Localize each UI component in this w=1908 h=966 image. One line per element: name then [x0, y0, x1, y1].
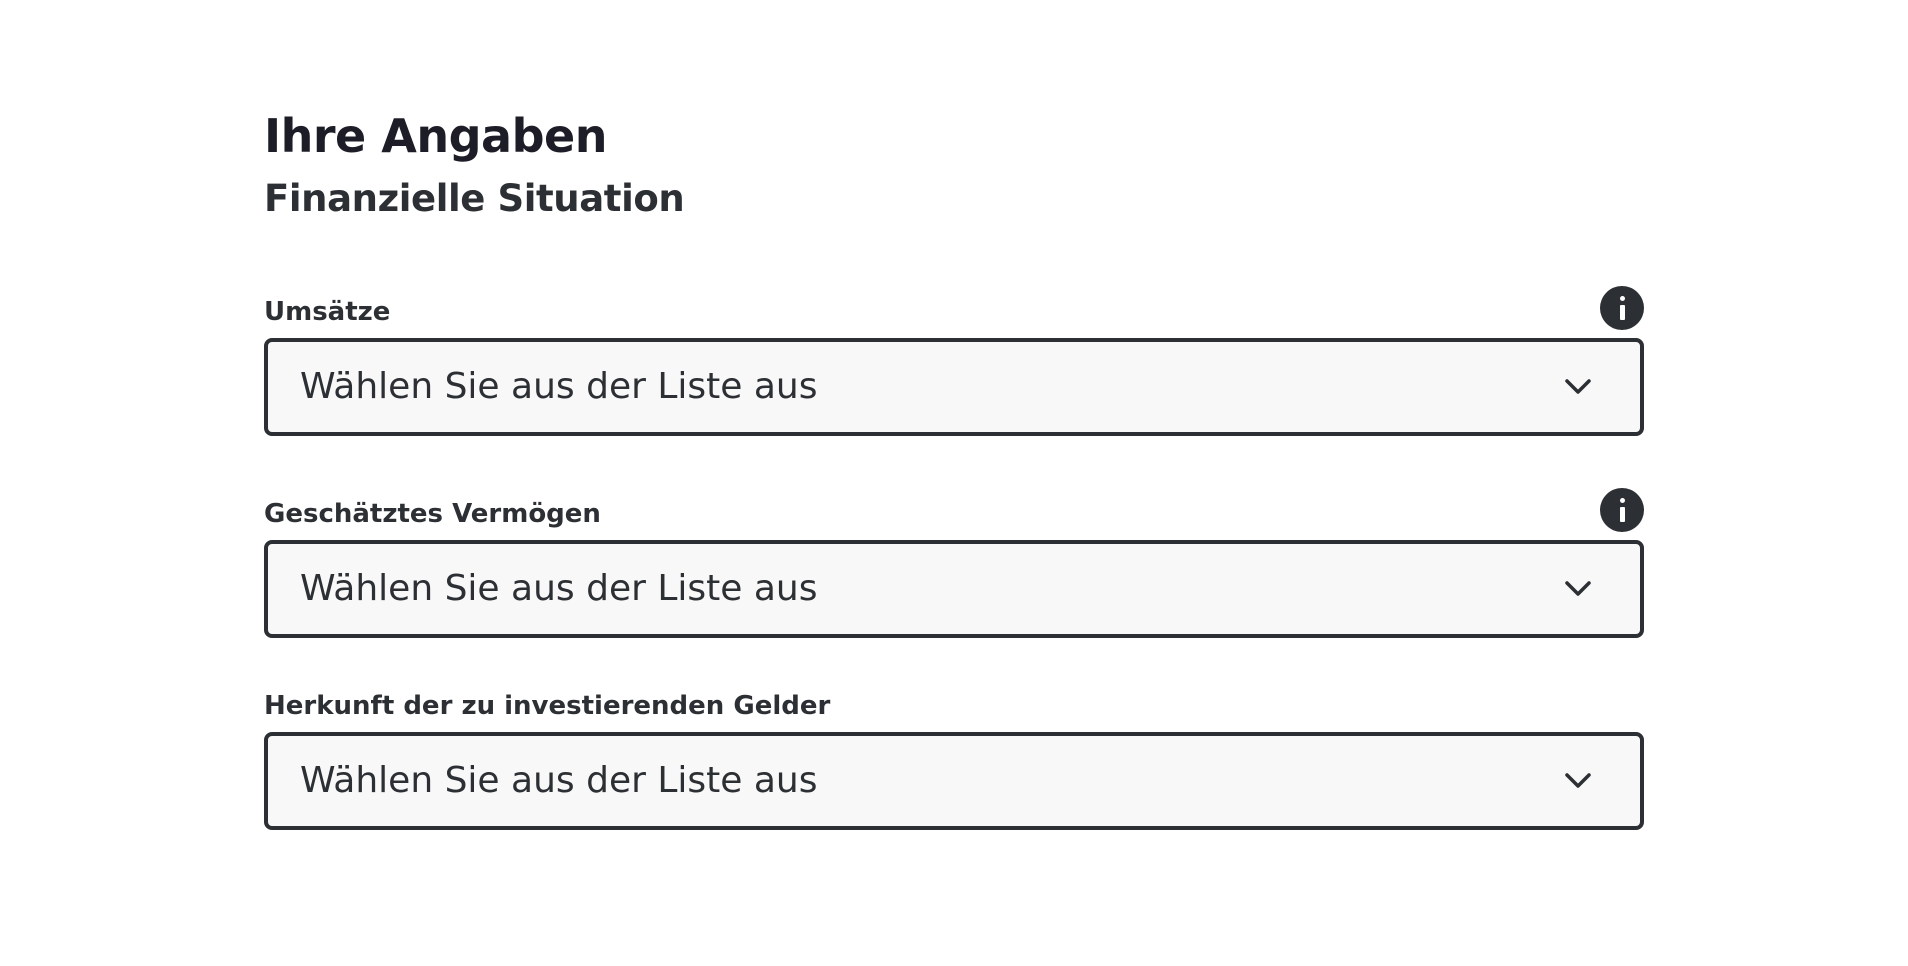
estimated-assets-select[interactable]: Wählen Sie aus der Liste aus	[264, 540, 1644, 638]
page-title: Ihre Angaben	[264, 109, 607, 163]
chevron-down-icon	[1565, 379, 1591, 394]
field-estimated-assets: Geschätztes Vermögen Wählen Sie aus der …	[264, 488, 1644, 638]
field-header: Herkunft der zu investierenden Gelder	[264, 686, 1644, 722]
info-icon[interactable]	[1600, 488, 1644, 532]
financial-situation-form: Ihre Angaben Finanzielle Situation Umsät…	[264, 108, 1644, 830]
chevron-down-icon	[1565, 581, 1591, 596]
select-value: Wählen Sie aus der Liste aus	[300, 760, 818, 801]
field-funds-origin: Herkunft der zu investierenden Gelder Wä…	[264, 686, 1644, 830]
field-header: Geschätztes Vermögen	[264, 488, 1644, 532]
section-title: Finanzielle Situation	[264, 177, 685, 220]
revenue-select[interactable]: Wählen Sie aus der Liste aus	[264, 338, 1644, 436]
estimated-assets-label: Geschätztes Vermögen	[264, 499, 601, 529]
select-value: Wählen Sie aus der Liste aus	[300, 366, 818, 407]
funds-origin-select[interactable]: Wählen Sie aus der Liste aus	[264, 732, 1644, 830]
page: Ihre Angaben Finanzielle Situation Umsät…	[0, 0, 1908, 966]
info-icon[interactable]	[1600, 286, 1644, 330]
select-value: Wählen Sie aus der Liste aus	[300, 568, 818, 609]
field-revenue: Umsätze Wählen Sie aus der Liste aus	[264, 286, 1644, 436]
funds-origin-label: Herkunft der zu investierenden Gelder	[264, 691, 831, 721]
field-header: Umsätze	[264, 286, 1644, 330]
revenue-label: Umsätze	[264, 297, 391, 327]
chevron-down-icon	[1565, 773, 1591, 788]
